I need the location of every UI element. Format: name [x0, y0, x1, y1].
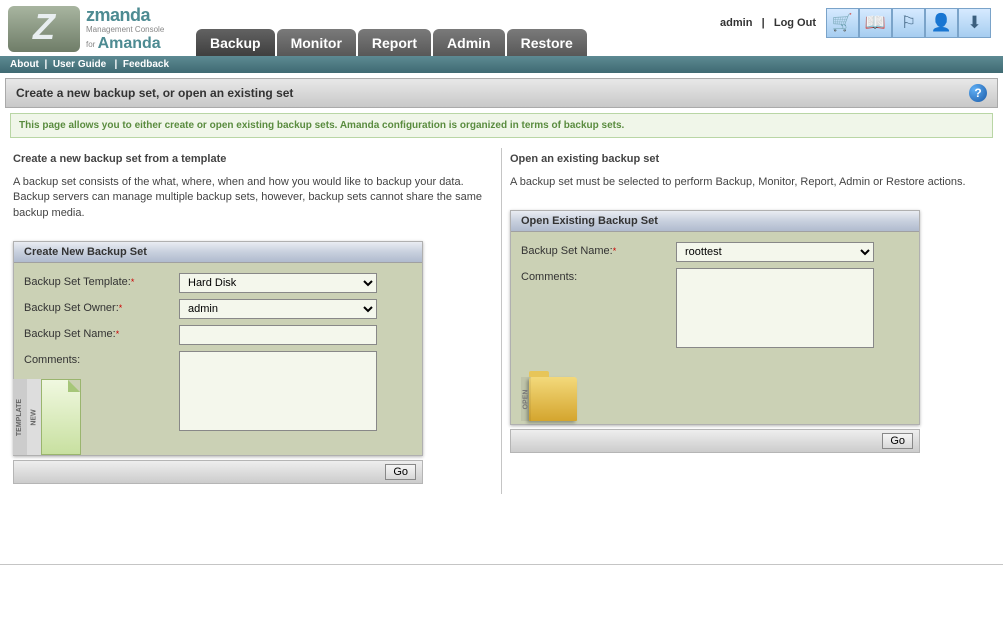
feedback-link[interactable]: Feedback — [123, 59, 169, 70]
create-desc: A backup set consists of the what, where… — [13, 175, 486, 221]
open-panel-head: Open Existing Backup Set — [511, 211, 919, 232]
download-icon[interactable]: ⬇ — [958, 8, 991, 38]
open-comments-input[interactable] — [676, 268, 874, 348]
create-panel: Create New Backup Set Backup Set Templat… — [13, 241, 423, 456]
template-badge-icon: TEMPLATE NEW — [13, 379, 81, 455]
row-open-comments: Comments: — [521, 268, 909, 348]
brand-amanda: Amanda — [98, 35, 161, 52]
open-panel: Open Existing Backup Set Backup Set Name… — [510, 210, 920, 425]
logo-text: zmanda Management Console for Amanda — [86, 6, 164, 52]
sub-links-bar: About | User Guide | Feedback — [0, 56, 1003, 73]
open-go-button[interactable]: Go — [882, 433, 913, 449]
page-title: Create a new backup set, or open an exis… — [16, 86, 293, 100]
brand-name: zmanda — [86, 6, 164, 26]
page-title-bar: Create a new backup set, or open an exis… — [5, 78, 998, 108]
logo: zmanda Management Console for Amanda — [8, 6, 164, 52]
tab-report[interactable]: Report — [358, 29, 431, 56]
create-go-bar: Go — [13, 460, 423, 484]
main-tabs: Backup Monitor Report Admin Restore — [196, 29, 589, 56]
tab-admin[interactable]: Admin — [433, 29, 505, 56]
content-columns: Create a new backup set from a template … — [0, 148, 1003, 514]
create-heading: Create a new backup set from a template — [13, 153, 486, 165]
tab-monitor[interactable]: Monitor — [277, 29, 356, 56]
tab-backup[interactable]: Backup — [196, 29, 275, 56]
user-links: admin | Log Out — [720, 17, 816, 29]
row-template: Backup Set Template:* Hard Disk — [24, 273, 412, 293]
open-heading: Open an existing backup set — [510, 153, 983, 165]
logo-mark-icon — [8, 6, 80, 52]
guide-link[interactable]: User Guide — [53, 59, 106, 70]
create-go-button[interactable]: Go — [385, 464, 416, 480]
lbl-comments: Comments: — [24, 351, 179, 366]
row-open-name: Backup Set Name:* roottest — [521, 242, 909, 262]
lbl-template: Backup Set Template:* — [24, 273, 179, 288]
lbl-name: Backup Set Name:* — [24, 325, 179, 340]
lbl-open-name: Backup Set Name:* — [521, 242, 676, 257]
open-desc: A backup set must be selected to perform… — [510, 175, 983, 190]
row-owner: Backup Set Owner:* admin — [24, 299, 412, 319]
brand-sub: Management Console — [86, 26, 164, 35]
lbl-open-comments: Comments: — [521, 268, 676, 283]
about-link[interactable]: About — [10, 59, 39, 70]
logout-link[interactable]: Log Out — [774, 17, 816, 29]
owner-select[interactable]: admin — [179, 299, 377, 319]
user-link[interactable]: admin — [720, 17, 752, 29]
help-icon[interactable]: ? — [969, 84, 987, 102]
col-open: Open an existing backup set A backup set… — [502, 148, 998, 494]
folder-badge-icon: OPEN — [521, 360, 579, 424]
cart-icon[interactable]: 🛒 — [826, 8, 859, 38]
open-name-select[interactable]: roottest — [676, 242, 874, 262]
create-panel-head: Create New Backup Set — [14, 242, 422, 263]
person-icon[interactable]: 👤 — [925, 8, 958, 38]
template-select[interactable]: Hard Disk — [179, 273, 377, 293]
row-name: Backup Set Name:* — [24, 325, 412, 345]
header-right: admin | Log Out 🛒 📖 ⚐ 👤 ⬇ — [720, 8, 991, 38]
create-panel-body: Backup Set Template:* Hard Disk Backup S… — [14, 263, 422, 455]
open-panel-body: Backup Set Name:* roottest Comments: OPE… — [511, 232, 919, 424]
name-input[interactable] — [179, 325, 377, 345]
row-comments: Comments: — [24, 351, 412, 431]
book-icon[interactable]: 📖 — [859, 8, 892, 38]
col-create: Create a new backup set from a template … — [5, 148, 502, 494]
info-bar: This page allows you to either create or… — [10, 113, 993, 138]
icon-row: 🛒 📖 ⚐ 👤 ⬇ — [826, 8, 991, 38]
open-go-bar: Go — [510, 429, 920, 453]
lbl-owner: Backup Set Owner:* — [24, 299, 179, 314]
flag-icon[interactable]: ⚐ — [892, 8, 925, 38]
comments-input[interactable] — [179, 351, 377, 431]
tab-restore[interactable]: Restore — [507, 29, 587, 56]
footer-divider — [0, 564, 1003, 572]
header: zmanda Management Console for Amanda Bac… — [0, 0, 1003, 56]
